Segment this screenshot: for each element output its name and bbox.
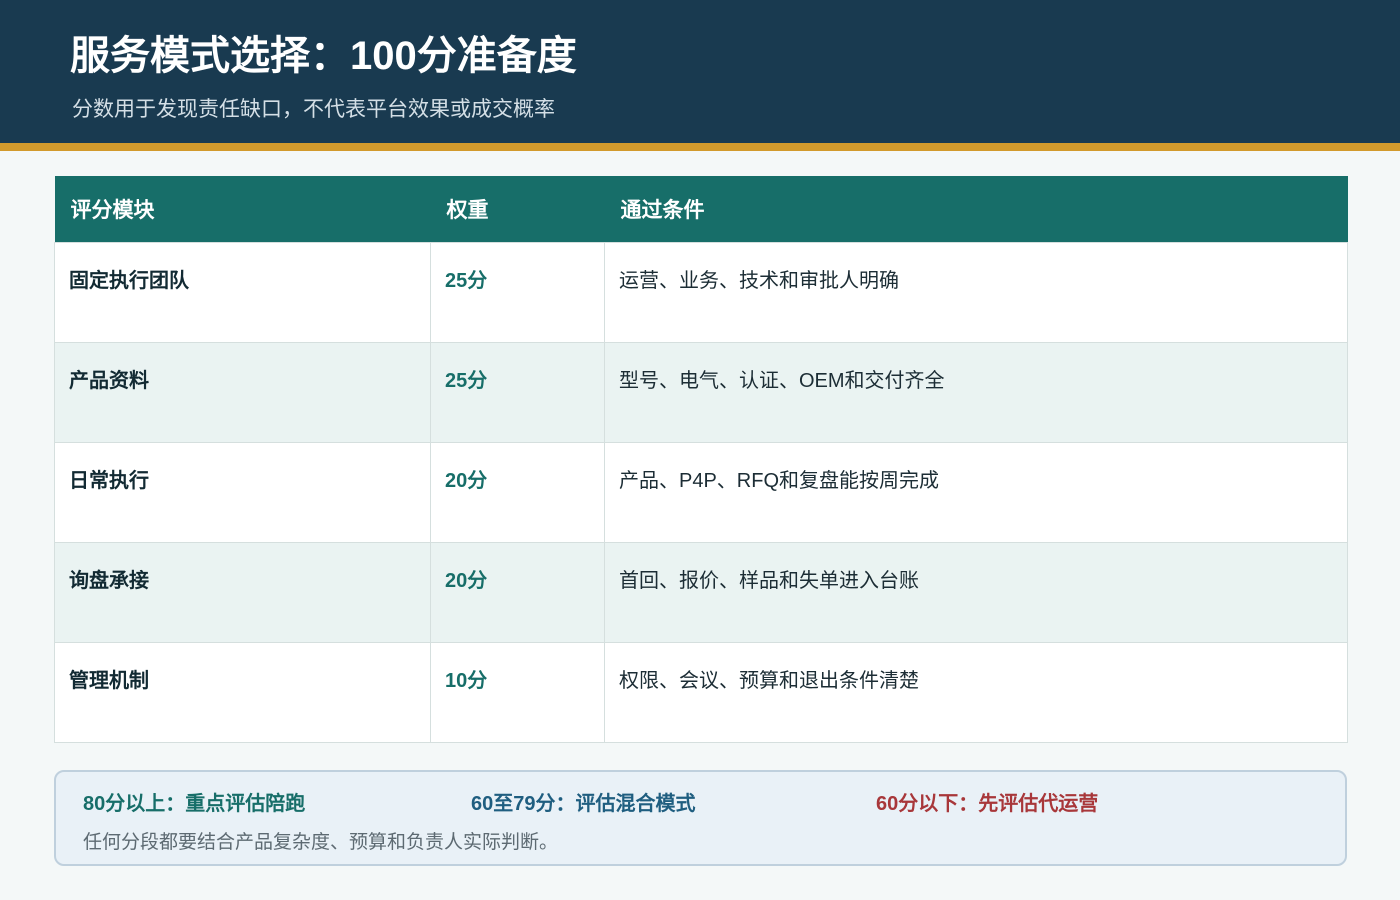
weight-cell: 20分 (430, 441, 605, 543)
scoring-table: 评分模块 权重 通过条件 固定执行团队 25分 运营、业务、技术和审批人明确 产… (54, 176, 1348, 743)
condition-cell: 产品、P4P、RFQ和复盘能按周完成 (604, 441, 1348, 543)
page-subtitle: 分数用于发现责任缺口，不代表平台效果或成交概率 (72, 98, 555, 121)
weight-cell: 25分 (430, 241, 605, 343)
table-row: 日常执行 20分 产品、P4P、RFQ和复盘能按周完成 (54, 441, 1348, 543)
table-row: 固定执行团队 25分 运营、业务、技术和审批人明确 (54, 241, 1348, 343)
table-row: 产品资料 25分 型号、电气、认证、OEM和交付齐全 (54, 341, 1348, 443)
table-row: 管理机制 10分 权限、会议、预算和退出条件清楚 (54, 641, 1348, 743)
module-cell: 固定执行团队 (54, 241, 431, 343)
summary-note: 任何分段都要结合产品复杂度、预算和负责人实际判断。 (83, 832, 559, 853)
module-cell: 管理机制 (54, 641, 431, 743)
weight-cell: 20分 (430, 541, 605, 643)
score-tiers-summary: 80分以上：重点评估陪跑 60至79分：评估混合模式 60分以下：先评估代运营 … (54, 770, 1347, 866)
weight-cell: 25分 (430, 341, 605, 443)
page-title: 服务模式选择：100分准备度 (70, 34, 577, 78)
tier-mid-label: 60至79分：评估混合模式 (471, 793, 696, 815)
condition-cell: 型号、电气、认证、OEM和交付齐全 (604, 341, 1348, 443)
condition-cell: 权限、会议、预算和退出条件清楚 (604, 641, 1348, 743)
tier-high-label: 80分以上：重点评估陪跑 (83, 793, 306, 815)
header-accent-bar (0, 143, 1400, 151)
weight-cell: 10分 (430, 641, 605, 743)
column-header-module: 评分模块 (54, 176, 431, 242)
column-header-weight: 权重 (430, 176, 605, 242)
column-header-condition: 通过条件 (604, 176, 1348, 242)
module-cell: 日常执行 (54, 441, 431, 543)
module-cell: 产品资料 (54, 341, 431, 443)
table-header-row: 评分模块 权重 通过条件 (54, 176, 1348, 242)
condition-cell: 运营、业务、技术和审批人明确 (604, 241, 1348, 343)
page-header: 服务模式选择：100分准备度 分数用于发现责任缺口，不代表平台效果或成交概率 (0, 0, 1400, 143)
module-cell: 询盘承接 (54, 541, 431, 643)
tier-low-label: 60分以下：先评估代运营 (876, 793, 1099, 815)
table-row: 询盘承接 20分 首回、报价、样品和失单进入台账 (54, 541, 1348, 643)
condition-cell: 首回、报价、样品和失单进入台账 (604, 541, 1348, 643)
